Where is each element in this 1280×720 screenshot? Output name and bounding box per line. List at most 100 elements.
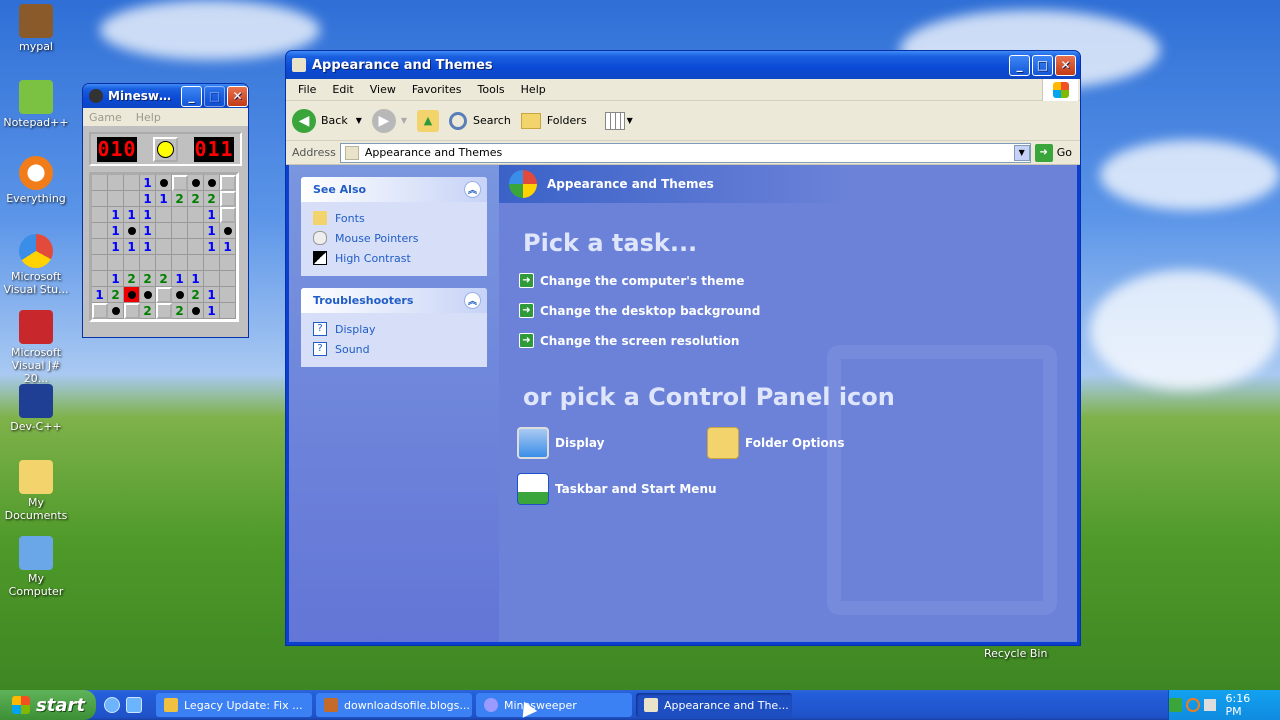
mine-cell-number[interactable]: 1: [204, 303, 220, 319]
mine-cell-mine[interactable]: [124, 223, 140, 239]
mine-cell-empty[interactable]: [92, 207, 108, 223]
mine-cell-mine[interactable]: [140, 287, 156, 303]
mine-cell-mine[interactable]: [172, 287, 188, 303]
collapse-icon[interactable]: ︽: [464, 181, 481, 198]
mine-cell-number[interactable]: 1: [140, 239, 156, 255]
mine-cell-empty[interactable]: [108, 175, 124, 191]
link-sound-troubleshooter[interactable]: ? Sound: [313, 339, 475, 359]
collapse-icon[interactable]: ︽: [464, 292, 481, 309]
cp-icon-taskbar-start-menu[interactable]: Taskbar and Start Menu: [517, 473, 717, 505]
minesweeper-titlebar[interactable]: Minesweeper _ □ ✕: [83, 84, 248, 108]
taskbar-item-appearance-themes[interactable]: Appearance and The...: [636, 693, 792, 717]
mine-cell-empty[interactable]: [188, 255, 204, 271]
mine-cell-exploded[interactable]: [124, 287, 140, 303]
mine-cell-number[interactable]: 1: [140, 223, 156, 239]
desktop-icon-my-documents[interactable]: My Documents: [0, 460, 72, 522]
close-button[interactable]: ✕: [227, 85, 248, 107]
mine-cell-empty[interactable]: [156, 239, 172, 255]
forward-button[interactable]: ▶ ▼: [371, 108, 407, 133]
mine-cell-empty[interactable]: [92, 255, 108, 271]
mine-cell-closed[interactable]: [220, 191, 236, 207]
mine-cell-empty[interactable]: [92, 223, 108, 239]
mine-cell-number[interactable]: 1: [108, 207, 124, 223]
mine-cell-number[interactable]: 2: [108, 287, 124, 303]
cp-icon-display[interactable]: Display: [517, 427, 604, 459]
mine-cell-mine[interactable]: [188, 303, 204, 319]
mine-cell-number[interactable]: 2: [124, 271, 140, 287]
mine-cell-number[interactable]: 1: [140, 191, 156, 207]
link-fonts[interactable]: Fonts: [313, 208, 475, 228]
mine-cell-empty[interactable]: [108, 191, 124, 207]
maximize-button[interactable]: □: [1032, 54, 1053, 76]
mine-cell-mine[interactable]: [188, 175, 204, 191]
task-change-background[interactable]: ➜ Change the desktop background: [519, 303, 760, 318]
mine-cell-empty[interactable]: [92, 175, 108, 191]
mine-cell-number[interactable]: 1: [92, 287, 108, 303]
mine-cell-number[interactable]: 1: [204, 207, 220, 223]
cp-icon-folder-options[interactable]: Folder Options: [707, 427, 844, 459]
mine-cell-closed[interactable]: [124, 303, 140, 319]
mine-cell-empty[interactable]: [92, 191, 108, 207]
mine-cell-empty[interactable]: [140, 255, 156, 271]
taskbar-item-downloadsofile[interactable]: downloadsofile.blogs...: [316, 693, 472, 717]
taskbar-item-legacy-update[interactable]: Legacy Update: Fix ...: [156, 693, 312, 717]
menu-help[interactable]: Help: [136, 111, 161, 124]
volume-icon[interactable]: [1204, 699, 1216, 711]
mine-cell-empty[interactable]: [124, 175, 140, 191]
menu-game[interactable]: Game: [89, 111, 122, 124]
start-button[interactable]: start: [0, 690, 96, 720]
search-button[interactable]: Search: [449, 111, 511, 130]
up-folder-button[interactable]: ▲: [417, 109, 440, 132]
mine-cell-closed[interactable]: [220, 207, 236, 223]
mine-cell-empty[interactable]: [172, 207, 188, 223]
mine-cell-empty[interactable]: [204, 271, 220, 287]
link-display-troubleshooter[interactable]: ? Display: [313, 319, 475, 339]
mine-cell-number[interactable]: 1: [140, 175, 156, 191]
maximize-button[interactable]: □: [204, 85, 225, 107]
mine-cell-number[interactable]: 2: [204, 191, 220, 207]
mine-cell-empty[interactable]: [172, 239, 188, 255]
desktop-icon-everything[interactable]: Everything: [0, 156, 72, 205]
mine-cell-empty[interactable]: [220, 255, 236, 271]
mine-cell-empty[interactable]: [92, 271, 108, 287]
mine-cell-empty[interactable]: [124, 255, 140, 271]
mine-cell-number[interactable]: 1: [172, 271, 188, 287]
mine-cell-number[interactable]: 1: [204, 223, 220, 239]
mine-cell-number[interactable]: 1: [156, 191, 172, 207]
desktop-icon-mypal[interactable]: mypal: [0, 4, 72, 53]
mine-cell-mine[interactable]: [156, 175, 172, 191]
mine-cell-empty[interactable]: [172, 223, 188, 239]
menu-file[interactable]: File: [290, 83, 324, 96]
mine-cell-number[interactable]: 1: [204, 239, 220, 255]
mine-cell-closed[interactable]: [156, 287, 172, 303]
internet-explorer-icon[interactable]: [104, 697, 120, 713]
back-button[interactable]: ◀ Back ▼: [292, 108, 362, 133]
mine-cell-closed[interactable]: [172, 175, 188, 191]
mine-cell-empty[interactable]: [92, 239, 108, 255]
task-change-resolution[interactable]: ➜ Change the screen resolution: [519, 333, 739, 348]
recycle-bin-label[interactable]: Recycle Bin: [984, 647, 1047, 660]
mine-cell-empty[interactable]: [156, 223, 172, 239]
minimize-button[interactable]: _: [181, 85, 202, 107]
mine-cell-closed[interactable]: [156, 303, 172, 319]
mine-cell-empty[interactable]: [156, 207, 172, 223]
mine-cell-empty[interactable]: [156, 255, 172, 271]
menu-help[interactable]: Help: [513, 83, 554, 96]
go-button[interactable]: ➜ Go: [1034, 143, 1072, 162]
mine-cell-number[interactable]: 2: [156, 271, 172, 287]
close-button[interactable]: ✕: [1055, 54, 1076, 76]
minimize-button[interactable]: _: [1009, 54, 1030, 76]
link-high-contrast[interactable]: High Contrast: [313, 248, 475, 268]
mine-cell-empty[interactable]: [220, 303, 236, 319]
explorer-titlebar[interactable]: Appearance and Themes _ □ ✕: [286, 51, 1080, 79]
mine-cell-number[interactable]: 2: [140, 303, 156, 319]
desktop-icon-my-computer[interactable]: My Computer: [0, 536, 72, 598]
smiley-button[interactable]: [153, 136, 178, 162]
clock[interactable]: 6:16 PM: [1226, 692, 1268, 718]
desktop-icon-visual-studio[interactable]: Microsoft Visual Stu...: [0, 234, 72, 296]
mine-cell-empty[interactable]: [172, 255, 188, 271]
mine-cell-number[interactable]: 1: [108, 223, 124, 239]
mine-cell-number[interactable]: 2: [188, 287, 204, 303]
mine-cell-empty[interactable]: [220, 287, 236, 303]
mine-cell-number[interactable]: 1: [140, 207, 156, 223]
